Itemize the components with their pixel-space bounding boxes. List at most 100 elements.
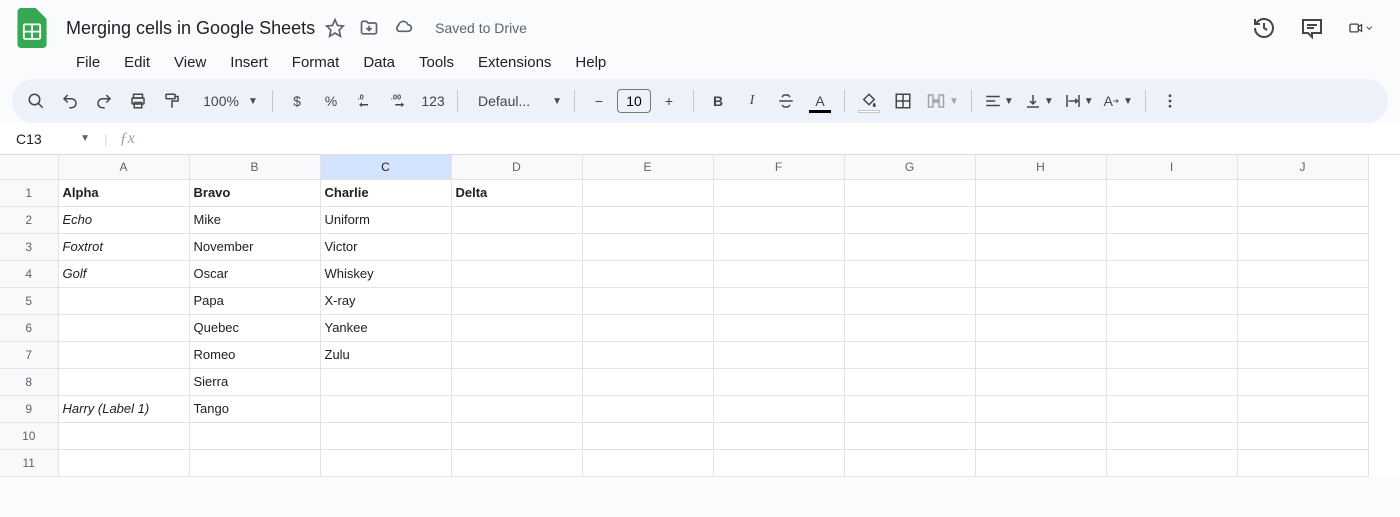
cell-H4[interactable] <box>975 260 1106 287</box>
text-wrap-button[interactable]: ▼ <box>1060 85 1098 117</box>
cell-G5[interactable] <box>844 287 975 314</box>
spreadsheet-grid[interactable]: ABCDEFGHIJ 1AlphaBravoCharlieDelta2EchoM… <box>0 155 1369 477</box>
cell-H9[interactable] <box>975 395 1106 422</box>
cell-D7[interactable] <box>451 341 582 368</box>
history-icon[interactable] <box>1252 16 1276 40</box>
cell-J11[interactable] <box>1237 449 1368 476</box>
cell-C8[interactable] <box>320 368 451 395</box>
cell-G10[interactable] <box>844 422 975 449</box>
cell-A5[interactable] <box>58 287 189 314</box>
cell-B9[interactable]: Tango <box>189 395 320 422</box>
cell-G8[interactable] <box>844 368 975 395</box>
cell-D10[interactable] <box>451 422 582 449</box>
cell-F9[interactable] <box>713 395 844 422</box>
zoom-dropdown[interactable]: 100% ▼ <box>190 85 264 117</box>
menu-format[interactable]: Format <box>282 50 350 75</box>
star-icon[interactable] <box>325 18 345 38</box>
format-123-button[interactable]: 123 <box>417 85 449 117</box>
cell-F1[interactable] <box>713 179 844 206</box>
cell-H6[interactable] <box>975 314 1106 341</box>
cell-B10[interactable] <box>189 422 320 449</box>
cell-H7[interactable] <box>975 341 1106 368</box>
cell-B1[interactable]: Bravo <box>189 179 320 206</box>
text-color-button[interactable]: A <box>804 85 836 117</box>
cell-G7[interactable] <box>844 341 975 368</box>
cell-G6[interactable] <box>844 314 975 341</box>
cell-E2[interactable] <box>582 206 713 233</box>
bold-button[interactable]: B <box>702 85 734 117</box>
meet-icon[interactable] <box>1348 16 1372 40</box>
menu-file[interactable]: File <box>66 50 110 75</box>
cell-C1[interactable]: Charlie <box>320 179 451 206</box>
cell-I10[interactable] <box>1106 422 1237 449</box>
decrease-font-size-button[interactable]: − <box>583 85 615 117</box>
cell-C2[interactable]: Uniform <box>320 206 451 233</box>
cell-B11[interactable] <box>189 449 320 476</box>
font-dropdown[interactable]: Defaul... ▼ <box>466 85 566 117</box>
cell-B8[interactable]: Sierra <box>189 368 320 395</box>
cell-C5[interactable]: X-ray <box>320 287 451 314</box>
cell-I3[interactable] <box>1106 233 1237 260</box>
cell-E7[interactable] <box>582 341 713 368</box>
search-menus-icon[interactable] <box>20 85 52 117</box>
col-header-H[interactable]: H <box>975 155 1106 179</box>
cell-H8[interactable] <box>975 368 1106 395</box>
strikethrough-button[interactable] <box>770 85 802 117</box>
menu-extensions[interactable]: Extensions <box>468 50 561 75</box>
cell-C6[interactable]: Yankee <box>320 314 451 341</box>
col-header-E[interactable]: E <box>582 155 713 179</box>
cell-E8[interactable] <box>582 368 713 395</box>
cell-A8[interactable] <box>58 368 189 395</box>
cloud-saved-icon[interactable] <box>393 18 413 38</box>
cell-J2[interactable] <box>1237 206 1368 233</box>
cell-J6[interactable] <box>1237 314 1368 341</box>
cell-J3[interactable] <box>1237 233 1368 260</box>
cell-G1[interactable] <box>844 179 975 206</box>
cell-G11[interactable] <box>844 449 975 476</box>
cell-I4[interactable] <box>1106 260 1237 287</box>
col-header-C[interactable]: C <box>320 155 451 179</box>
cell-D6[interactable] <box>451 314 582 341</box>
cell-J9[interactable] <box>1237 395 1368 422</box>
row-header-9[interactable]: 9 <box>0 395 58 422</box>
cell-D3[interactable] <box>451 233 582 260</box>
cell-H1[interactable] <box>975 179 1106 206</box>
increase-decimal-icon[interactable]: .00 <box>383 85 415 117</box>
undo-icon[interactable] <box>54 85 86 117</box>
menu-help[interactable]: Help <box>565 50 616 75</box>
menu-view[interactable]: View <box>164 50 216 75</box>
row-header-10[interactable]: 10 <box>0 422 58 449</box>
row-header-11[interactable]: 11 <box>0 449 58 476</box>
merge-cells-button[interactable]: ▼ <box>921 85 963 117</box>
cell-F3[interactable] <box>713 233 844 260</box>
col-header-A[interactable]: A <box>58 155 189 179</box>
fill-color-button[interactable] <box>853 85 885 117</box>
cell-I11[interactable] <box>1106 449 1237 476</box>
cell-D2[interactable] <box>451 206 582 233</box>
cell-A9[interactable]: Harry (Label 1) <box>58 395 189 422</box>
cell-I2[interactable] <box>1106 206 1237 233</box>
col-header-J[interactable]: J <box>1237 155 1368 179</box>
horizontal-align-button[interactable]: ▼ <box>980 85 1018 117</box>
cell-B6[interactable]: Quebec <box>189 314 320 341</box>
cell-F11[interactable] <box>713 449 844 476</box>
vertical-align-button[interactable]: ▼ <box>1020 85 1058 117</box>
col-header-I[interactable]: I <box>1106 155 1237 179</box>
cell-C11[interactable] <box>320 449 451 476</box>
cell-H2[interactable] <box>975 206 1106 233</box>
cell-I6[interactable] <box>1106 314 1237 341</box>
row-header-5[interactable]: 5 <box>0 287 58 314</box>
cell-B2[interactable]: Mike <box>189 206 320 233</box>
row-header-4[interactable]: 4 <box>0 260 58 287</box>
cell-I7[interactable] <box>1106 341 1237 368</box>
cell-C7[interactable]: Zulu <box>320 341 451 368</box>
redo-icon[interactable] <box>88 85 120 117</box>
cell-I5[interactable] <box>1106 287 1237 314</box>
cell-D11[interactable] <box>451 449 582 476</box>
col-header-F[interactable]: F <box>713 155 844 179</box>
row-header-1[interactable]: 1 <box>0 179 58 206</box>
cell-E9[interactable] <box>582 395 713 422</box>
cell-J4[interactable] <box>1237 260 1368 287</box>
format-percent-button[interactable]: % <box>315 85 347 117</box>
row-header-7[interactable]: 7 <box>0 341 58 368</box>
